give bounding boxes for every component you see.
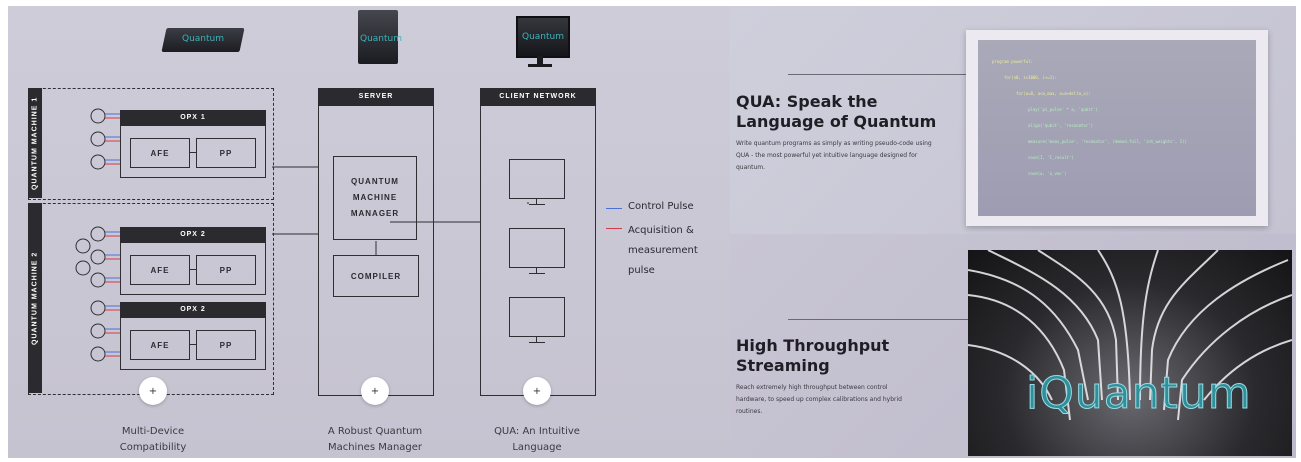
client-monitor (509, 297, 567, 349)
afe-pp-connector (189, 269, 196, 270)
section-divider (788, 74, 968, 75)
feature-caption: A Robust Quantum Machines Manager (327, 426, 423, 453)
code-line: play('pi_pulse' * a, 'qubit') (1028, 107, 1098, 112)
architecture-diagram-panel: Quantum Quantum Quantum QUANTUM MACHINE … (8, 6, 730, 458)
compiler-block: COMPILER (333, 255, 419, 297)
code-line: measure('meas_pulse', 'resonator', (demo… (1028, 139, 1187, 144)
opx-title: OPX 2 (120, 227, 266, 243)
client-network-header: CLIENT NETWORK (480, 88, 596, 106)
quantum-machine-manager-block: QUANTUM MACHINE MANAGER (333, 156, 417, 240)
qua-section: QUA: Speak the Language of Quantum Write… (730, 6, 1296, 234)
streaming-image: iQuantum (968, 250, 1292, 456)
streaming-section: High Throughput Streaming Reach extremel… (730, 234, 1296, 458)
section-divider (788, 319, 968, 320)
qubit-icons (75, 108, 120, 362)
code-line: save(I, 'I_result') (1028, 155, 1074, 160)
pp-block: PP (196, 255, 256, 285)
code-line: align('qubit', 'resonator') (1028, 123, 1094, 128)
opx-title: OPX 1 (120, 110, 266, 126)
control-pulse-swatch (606, 208, 622, 209)
server-column (318, 88, 434, 396)
pp-block: PP (196, 138, 256, 168)
legend-label-acquisition: Acquisition & measurement pulse (628, 225, 698, 276)
code-editor: program powerful: for(n0, i<1000, i+=1):… (978, 40, 1256, 216)
feature-caption: QUA: An Intuitive Language (494, 426, 580, 453)
opx-title: OPX 2 (120, 302, 266, 318)
code-line: for(a=0, a<a_max, a=a+delta_a): (1016, 91, 1091, 96)
expand-manager-button[interactable]: + (361, 377, 389, 405)
code-line: save(a, 'a_vec') (1028, 171, 1067, 176)
wire-lines-graphic (968, 250, 1292, 421)
streaming-description: Reach extremely high throughput between … (736, 384, 902, 415)
expand-multi-device-button[interactable]: + (139, 377, 167, 405)
code-line: for(n0, i<1000, i+=1): (1004, 75, 1057, 80)
client-monitor (509, 159, 567, 211)
feature-caption: Multi-Device Compatibility (119, 426, 187, 453)
afe-pp-connector (189, 152, 196, 153)
afe-block: AFE (130, 255, 190, 285)
iquantum-logo: iQuantum (1026, 368, 1252, 420)
qua-description: Write quantum programs as simply as writ… (736, 140, 932, 171)
pp-block: PP (196, 330, 256, 360)
acquisition-pulse-swatch (606, 228, 622, 229)
afe-block: AFE (130, 330, 190, 360)
legend: Control Pulse Acquisition & measurement … (606, 200, 728, 276)
afe-block: AFE (130, 138, 190, 168)
expand-qua-button[interactable]: + (523, 377, 551, 405)
code-screenshot: program powerful: for(n0, i<1000, i+=1):… (966, 30, 1268, 226)
streaming-title: High Throughput Streaming (736, 336, 890, 375)
afe-pp-connector (189, 344, 196, 345)
qua-title: QUA: Speak the Language of Quantum (736, 92, 937, 131)
server-header: SERVER (318, 88, 434, 106)
legend-label-control-pulse: Control Pulse (628, 201, 694, 212)
code-line: program powerful: (992, 59, 1033, 64)
client-monitor (509, 228, 567, 280)
